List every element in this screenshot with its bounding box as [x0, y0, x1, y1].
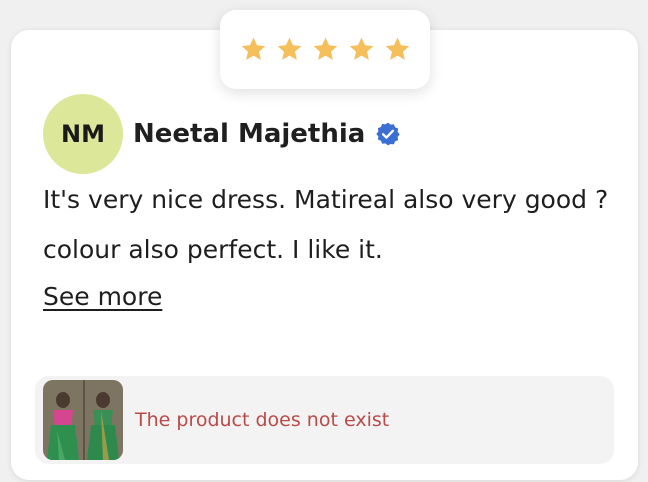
review-text: It's very nice dress. Matireal also very… — [43, 185, 609, 264]
star-icon — [311, 35, 340, 64]
author-name: Neetal Majethia — [133, 119, 366, 149]
star-icon — [383, 35, 412, 64]
star-icon — [275, 35, 304, 64]
review-author: NM Neetal Majethia — [43, 94, 401, 174]
product-status-message: The product does not exist — [135, 409, 390, 431]
product-reference[interactable]: The product does not exist — [35, 376, 614, 464]
avatar: NM — [43, 94, 123, 174]
star-icon — [347, 35, 376, 64]
product-thumbnail — [43, 380, 123, 460]
star-rating — [220, 10, 430, 89]
see-more-link[interactable]: See more — [43, 272, 162, 322]
verified-badge-icon — [375, 121, 401, 147]
star-icon — [239, 35, 268, 64]
